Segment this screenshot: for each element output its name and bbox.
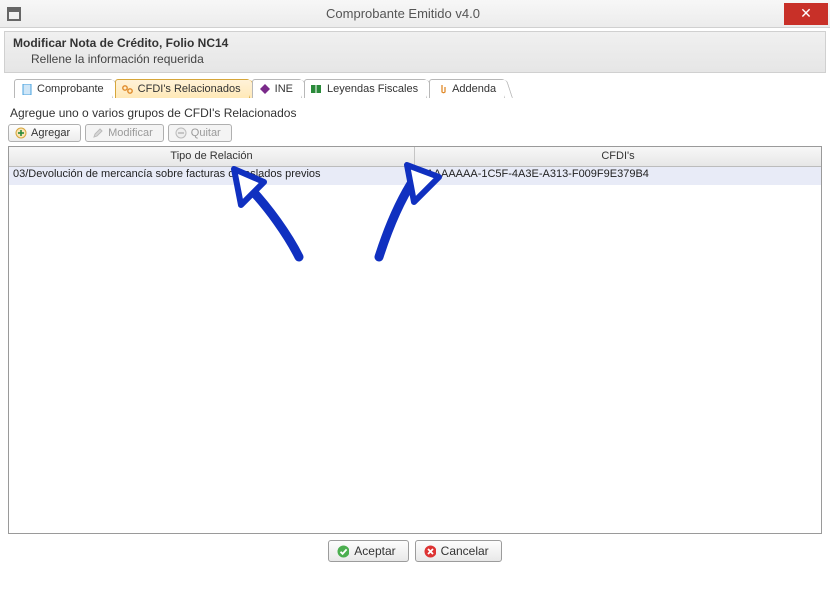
page-title: Modificar Nota de Crédito, Folio NC14 <box>13 36 817 50</box>
annotation-arrows <box>9 147 819 534</box>
page-header: Modificar Nota de Crédito, Folio NC14 Re… <box>4 31 826 73</box>
button-label: Agregar <box>31 127 70 139</box>
tab-cfdis-relacionados[interactable]: CFDI's Relacionados <box>115 79 250 98</box>
instruction-text: Agregue uno o varios grupos de CFDI's Re… <box>10 106 820 120</box>
cancel-button[interactable]: Cancelar <box>415 540 502 562</box>
tab-ine[interactable]: INE <box>252 79 302 98</box>
column-tipo-relacion[interactable]: Tipo de Relación <box>9 147 415 166</box>
tab-addenda[interactable]: Addenda <box>429 79 505 98</box>
page-subtitle: Rellene la información requerida <box>31 52 817 66</box>
cell-cfdis: AAAAAAAA-1C5F-4A3E-A313-F009F9E379B4 <box>415 167 821 185</box>
button-label: Cancelar <box>441 544 489 558</box>
grid-header: Tipo de Relación CFDI's <box>9 147 821 167</box>
dialog-footer: Aceptar Cancelar <box>8 540 822 562</box>
tab-label: Comprobante <box>37 83 104 95</box>
check-icon <box>337 545 349 557</box>
toolbar: Agregar Modificar Quitar <box>8 124 822 142</box>
chain-icon <box>122 83 134 95</box>
accept-button[interactable]: Aceptar <box>328 540 408 562</box>
attach-icon <box>436 83 448 95</box>
minus-icon <box>175 127 187 139</box>
plus-icon <box>15 127 27 139</box>
column-cfdis[interactable]: CFDI's <box>415 147 821 166</box>
table-row[interactable]: 03/Devolución de mercancía sobre factura… <box>9 167 821 185</box>
close-icon: ✕ <box>800 5 812 22</box>
window-title: Comprobante Emitido v4.0 <box>22 6 784 21</box>
cancel-icon <box>424 545 436 557</box>
tab-strip: Comprobante CFDI's Relacionados INE Leye… <box>14 79 822 98</box>
tab-label: CFDI's Relacionados <box>138 83 241 95</box>
cell-tipo-relacion: 03/Devolución de mercancía sobre factura… <box>9 167 415 185</box>
app-icon <box>6 6 22 22</box>
button-label: Modificar <box>108 127 153 139</box>
add-button[interactable]: Agregar <box>8 124 81 142</box>
titlebar: Comprobante Emitido v4.0 ✕ <box>0 0 830 28</box>
button-label: Aceptar <box>354 544 395 558</box>
tab-label: Addenda <box>452 83 496 95</box>
doc-icon <box>21 83 33 95</box>
tab-leyendas-fiscales[interactable]: Leyendas Fiscales <box>304 79 427 98</box>
tab-label: Leyendas Fiscales <box>327 83 418 95</box>
modify-button: Modificar <box>85 124 164 142</box>
relations-grid: Tipo de Relación CFDI's 03/Devolución de… <box>8 146 822 534</box>
tab-comprobante[interactable]: Comprobante <box>14 79 113 98</box>
button-label: Quitar <box>191 127 221 139</box>
diamond-icon <box>259 83 271 95</box>
book-icon <box>311 83 323 95</box>
pencil-icon <box>92 127 104 139</box>
tab-label: INE <box>275 83 293 95</box>
close-button[interactable]: ✕ <box>784 3 828 25</box>
remove-button: Quitar <box>168 124 232 142</box>
